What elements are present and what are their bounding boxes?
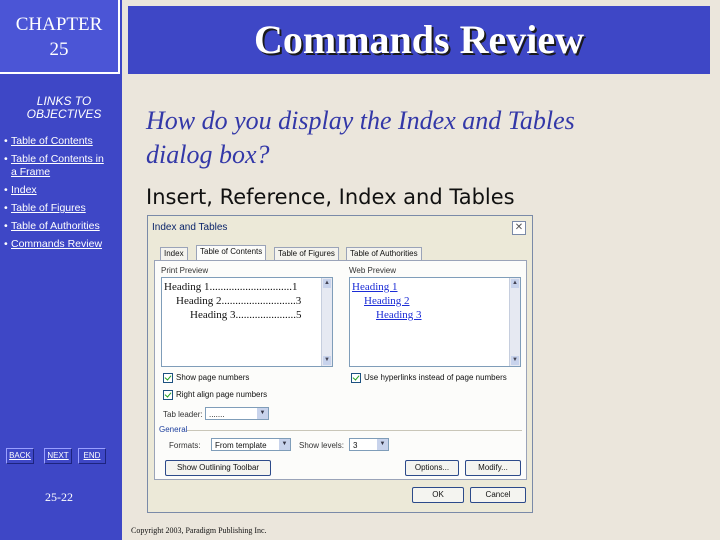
next-button[interactable]: NEXT [44,448,72,464]
chevron-down-icon[interactable]: ▼ [279,439,290,450]
question-line1: How do you display the Index and Tables [146,106,575,135]
dialog-title: Index and Tables [152,222,228,233]
link-item-table-of-authorities: • Table of Authorities [4,220,100,232]
web-preview-label: Web Preview [349,266,396,275]
close-icon[interactable]: ✕ [512,221,526,235]
link-item-table-of-figures: • Table of Figures [4,202,86,214]
link-table-of-authorities[interactable]: Table of Authorities [11,220,100,232]
show-page-numbers-label: Show page numbers [176,373,250,383]
back-button[interactable]: BACK [6,448,34,464]
print-preview-label: Print Preview [161,266,209,275]
right-align-label: Right align page numbers [176,390,268,400]
print-row-heading-2: Heading 2...........................3 [176,295,302,307]
page-number: 25-22 [45,490,73,504]
web-link-heading-1[interactable]: Heading 1 [352,281,398,294]
link-table-of-figures[interactable]: Table of Figures [11,202,86,214]
general-divider [187,430,522,431]
link-commands-review[interactable]: Commands Review [11,238,102,250]
checkbox-checked-icon[interactable] [351,373,361,383]
print-preview-box: Heading 1..............................1… [161,277,333,367]
link-item-table-of-contents-frame: • Table of Contents in a Frame [4,153,104,178]
formats-select[interactable]: From template ▼ [211,438,291,451]
title-bar: Commands Review [128,6,710,74]
link-item-commands-review: • Commands Review [4,238,103,250]
general-label: General [159,425,188,434]
link-table-of-contents-frame-line2[interactable]: a Frame [11,166,50,178]
cancel-button[interactable]: Cancel [470,487,526,503]
print-row-heading-3: Heading 3......................5 [190,309,302,321]
tab-leader-select[interactable]: ....... ▼ [205,407,269,420]
tab-leader-label: Tab leader: [163,410,203,419]
use-hyperlinks-label: Use hyperlinks instead of page numbers [364,373,507,383]
modify-button[interactable]: Modify... [465,460,521,476]
print-preview-scrollbar[interactable]: ▲ ▼ [321,278,332,366]
scroll-down-icon[interactable]: ▼ [511,356,519,365]
use-hyperlinks-checkbox[interactable]: Use hyperlinks instead of page numbers [351,373,507,383]
question-line2: dialog box? [146,140,270,169]
print-row-heading-1: Heading 1..............................1 [164,281,298,293]
tab-table-of-contents[interactable]: Table of Contents [196,245,267,261]
question-text: How do you display the Index and Tables … [146,104,706,172]
web-link-heading-2[interactable]: Heading 2 [364,295,410,308]
chapter-box: CHAPTER 25 [0,0,120,74]
link-item-index: • Index [4,184,37,196]
show-levels-value: 3 [353,441,358,450]
chapter-label: CHAPTER [15,14,103,35]
link-table-of-contents[interactable]: Table of Contents [11,135,93,147]
scroll-up-icon[interactable]: ▲ [511,279,519,288]
right-align-checkbox[interactable]: Right align page numbers [163,390,267,400]
objectives-links: • Table of Contents • Table of Contents in… [4,135,120,256]
show-page-numbers-checkbox[interactable]: Show page numbers [163,373,249,383]
options-button[interactable]: Options... [405,460,459,476]
copyright-text: Copyright 2003, Paradigm Publishing Inc. [131,526,267,535]
link-index[interactable]: Index [11,184,37,196]
tab-index[interactable]: Index [160,247,188,260]
web-link-heading-3[interactable]: Heading 3 [376,309,422,322]
tab-panel: Print Preview Web Preview Heading 1.....… [154,260,527,480]
chapter-number: 25 [49,39,69,60]
checkbox-checked-icon[interactable] [163,373,173,383]
checkbox-checked-icon[interactable] [163,390,173,400]
slide-title: Commands Review [254,17,584,62]
web-preview-box: Heading 1 Heading 2 Heading 3 ▲ ▼ [349,277,521,367]
show-outlining-toolbar-button[interactable]: Show Outlining Toolbar [165,460,271,476]
links-title-line2: OBJECTIVES [26,107,102,121]
link-item-table-of-contents: • Table of Contents [4,135,93,147]
link-table-of-contents-frame[interactable]: Table of Contents in [11,153,104,165]
end-button[interactable]: END [78,448,106,464]
spinner-icon[interactable]: ▼ [377,439,388,450]
show-levels-spinner[interactable]: 3 ▼ [349,438,389,451]
answer-text: Insert, Reference, Index and Tables [146,185,515,209]
formats-label: Formats: [169,441,201,450]
ok-button[interactable]: OK [412,487,464,503]
sidebar: CHAPTER 25 LINKS TO OBJECTIVES • Table of… [0,0,122,540]
links-title: LINKS TO OBJECTIVES [0,95,128,121]
index-and-tables-dialog: Index and Tables ✕ Index Table of Conten… [147,215,533,513]
scroll-down-icon[interactable]: ▼ [323,356,331,365]
web-preview-scrollbar[interactable]: ▲ ▼ [509,278,520,366]
chevron-down-icon[interactable]: ▼ [257,408,268,419]
tab-table-of-figures[interactable]: Table of Figures [274,247,339,260]
scroll-up-icon[interactable]: ▲ [323,279,331,288]
tab-table-of-authorities[interactable]: Table of Authorities [346,247,422,260]
formats-value: From template [215,441,267,450]
show-levels-label: Show levels: [299,441,344,450]
tab-leader-value: ....... [209,410,225,419]
